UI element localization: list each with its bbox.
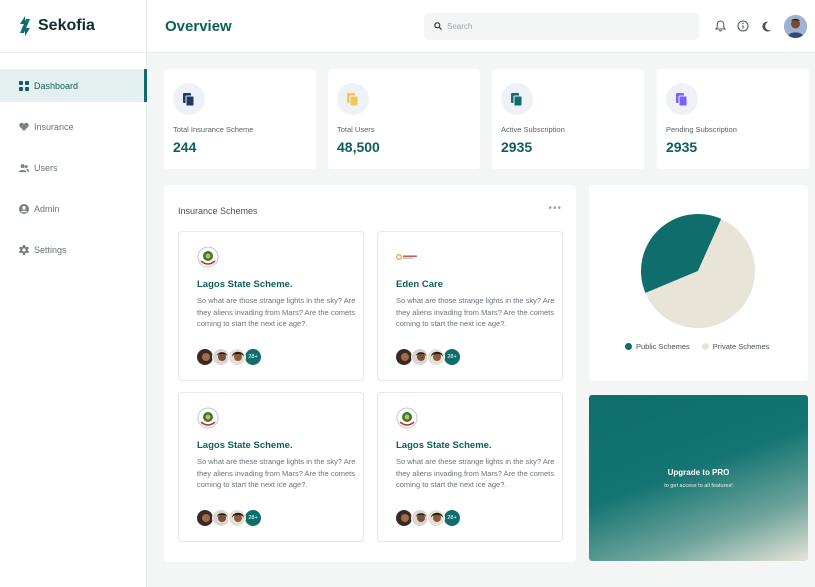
legend-label: Public Schemes — [636, 342, 690, 351]
sidebar-nav: Dashboard Insurance Users Admin Settings — [0, 69, 147, 266]
legend-item-private: Private Schemes — [701, 342, 770, 351]
document-icon — [337, 83, 369, 115]
brand[interactable]: Sekofia — [0, 0, 146, 53]
scheme-title: Lagos State Scheme. — [197, 440, 293, 451]
sidebar-item-label: Users — [34, 162, 58, 173]
pie-chart — [641, 214, 755, 328]
more-options-icon[interactable]: ••• — [548, 203, 562, 214]
sidebar-item-label: Admin — [34, 203, 60, 214]
sidebar-item-users[interactable]: Users — [0, 151, 146, 184]
scheme-title: Lagos State Scheme. — [197, 279, 293, 290]
sidebar-item-insurance[interactable]: Insurance — [0, 110, 146, 143]
member-avatars: 28+ — [196, 509, 262, 527]
sidebar-item-dashboard[interactable]: Dashboard — [0, 69, 147, 102]
more-members-badge[interactable]: 28+ — [244, 509, 262, 527]
moon-icon[interactable] — [759, 19, 773, 33]
stat-label: Pending Subscription — [666, 125, 737, 134]
users-icon — [19, 163, 29, 173]
eden-care-logo-icon — [396, 246, 418, 268]
lagos-seal-icon — [197, 407, 219, 429]
scheme-description: So what are those strange lights in the … — [197, 296, 356, 328]
stat-value: 2935 — [666, 139, 698, 155]
legend-item-public: Public Schemes — [625, 342, 690, 351]
stat-card-total-users: Total Users 48,500 — [328, 69, 480, 169]
scheme-title: Eden Care — [396, 279, 443, 290]
stat-value: 48,500 — [337, 139, 380, 155]
upgrade-title: Upgrade to PRO — [667, 468, 730, 477]
sidebar-item-settings[interactable]: Settings — [0, 233, 146, 266]
schemes-pie-panel: Public Schemes Private Schemes — [589, 185, 808, 381]
header: Overview — [147, 0, 815, 53]
avatar — [427, 509, 445, 527]
member-avatars: 28+ — [196, 348, 262, 366]
member-avatars: 28+ — [395, 348, 461, 366]
upgrade-card[interactable]: Upgrade to PRO to get access to all feat… — [589, 395, 808, 561]
upgrade-subtitle: to get access to all features! — [664, 483, 733, 489]
brand-logo-icon — [20, 16, 30, 36]
sidebar-item-admin[interactable]: Admin — [0, 192, 146, 225]
more-members-badge[interactable]: 28+ — [443, 509, 461, 527]
avatar — [427, 348, 445, 366]
scheme-card[interactable]: Eden Care So what are those strange ligh… — [377, 231, 563, 381]
chart-legend: Public Schemes Private Schemes — [625, 342, 781, 351]
stat-card-total-insurance-scheme: Total Insurance Scheme 244 — [164, 69, 316, 169]
scheme-card[interactable]: Lagos State Scheme. So what are those st… — [178, 231, 364, 381]
stat-label: Total Users — [337, 125, 375, 134]
more-members-badge[interactable]: 28+ — [244, 348, 262, 366]
info-icon[interactable] — [736, 19, 750, 33]
gear-icon — [19, 244, 29, 255]
brand-name: Sekofia — [38, 17, 95, 34]
avatar — [228, 509, 246, 527]
stat-label: Total Insurance Scheme — [173, 125, 254, 134]
sidebar-item-label: Insurance — [34, 121, 74, 132]
member-avatars: 28+ — [395, 509, 461, 527]
scheme-description: So what are those strange lights in the … — [396, 296, 555, 328]
search-input[interactable] — [447, 21, 677, 31]
stat-card-pending-subscription: Pending Subscription 2935 — [657, 69, 809, 169]
stat-value: 244 — [173, 139, 197, 155]
insurance-schemes-panel: Insurance Schemes ••• Lagos State Scheme… — [164, 185, 576, 562]
more-members-badge[interactable]: 28+ — [443, 348, 461, 366]
stat-value: 2935 — [501, 139, 533, 155]
legend-swatch — [625, 343, 632, 350]
page-title: Overview — [165, 17, 232, 35]
bell-icon[interactable] — [713, 19, 727, 33]
scheme-title: Lagos State Scheme. — [396, 440, 492, 451]
grid-icon — [19, 80, 29, 91]
scheme-description: So what are these strange lights in the … — [396, 457, 555, 489]
scheme-card[interactable]: Lagos State Scheme. So what are these st… — [377, 392, 563, 542]
sidebar-item-label: Dashboard — [34, 80, 79, 91]
search-icon — [434, 17, 442, 35]
document-icon — [501, 83, 533, 115]
legend-label: Private Schemes — [712, 342, 770, 351]
heart-icon — [19, 122, 29, 132]
search-box[interactable] — [424, 12, 699, 40]
sidebar: Sekofia Dashboard Insurance Users Admin — [0, 0, 147, 587]
document-icon — [666, 83, 698, 115]
scheme-description: So what are these strange lights in the … — [197, 457, 356, 489]
user-circle-icon — [19, 203, 29, 214]
sidebar-item-label: Settings — [34, 244, 67, 255]
legend-swatch — [701, 343, 709, 350]
scheme-card[interactable]: Lagos State Scheme. So what are these st… — [178, 392, 364, 542]
header-icons — [713, 14, 807, 38]
stat-label: Active Subscription — [501, 125, 565, 134]
stat-card-active-subscription: Active Subscription 2935 — [492, 69, 644, 169]
avatar — [228, 348, 246, 366]
panel-title: Insurance Schemes — [178, 206, 258, 216]
lagos-seal-icon — [197, 246, 219, 268]
document-icon — [173, 83, 205, 115]
lagos-seal-icon — [396, 407, 418, 429]
user-avatar[interactable] — [784, 14, 807, 38]
